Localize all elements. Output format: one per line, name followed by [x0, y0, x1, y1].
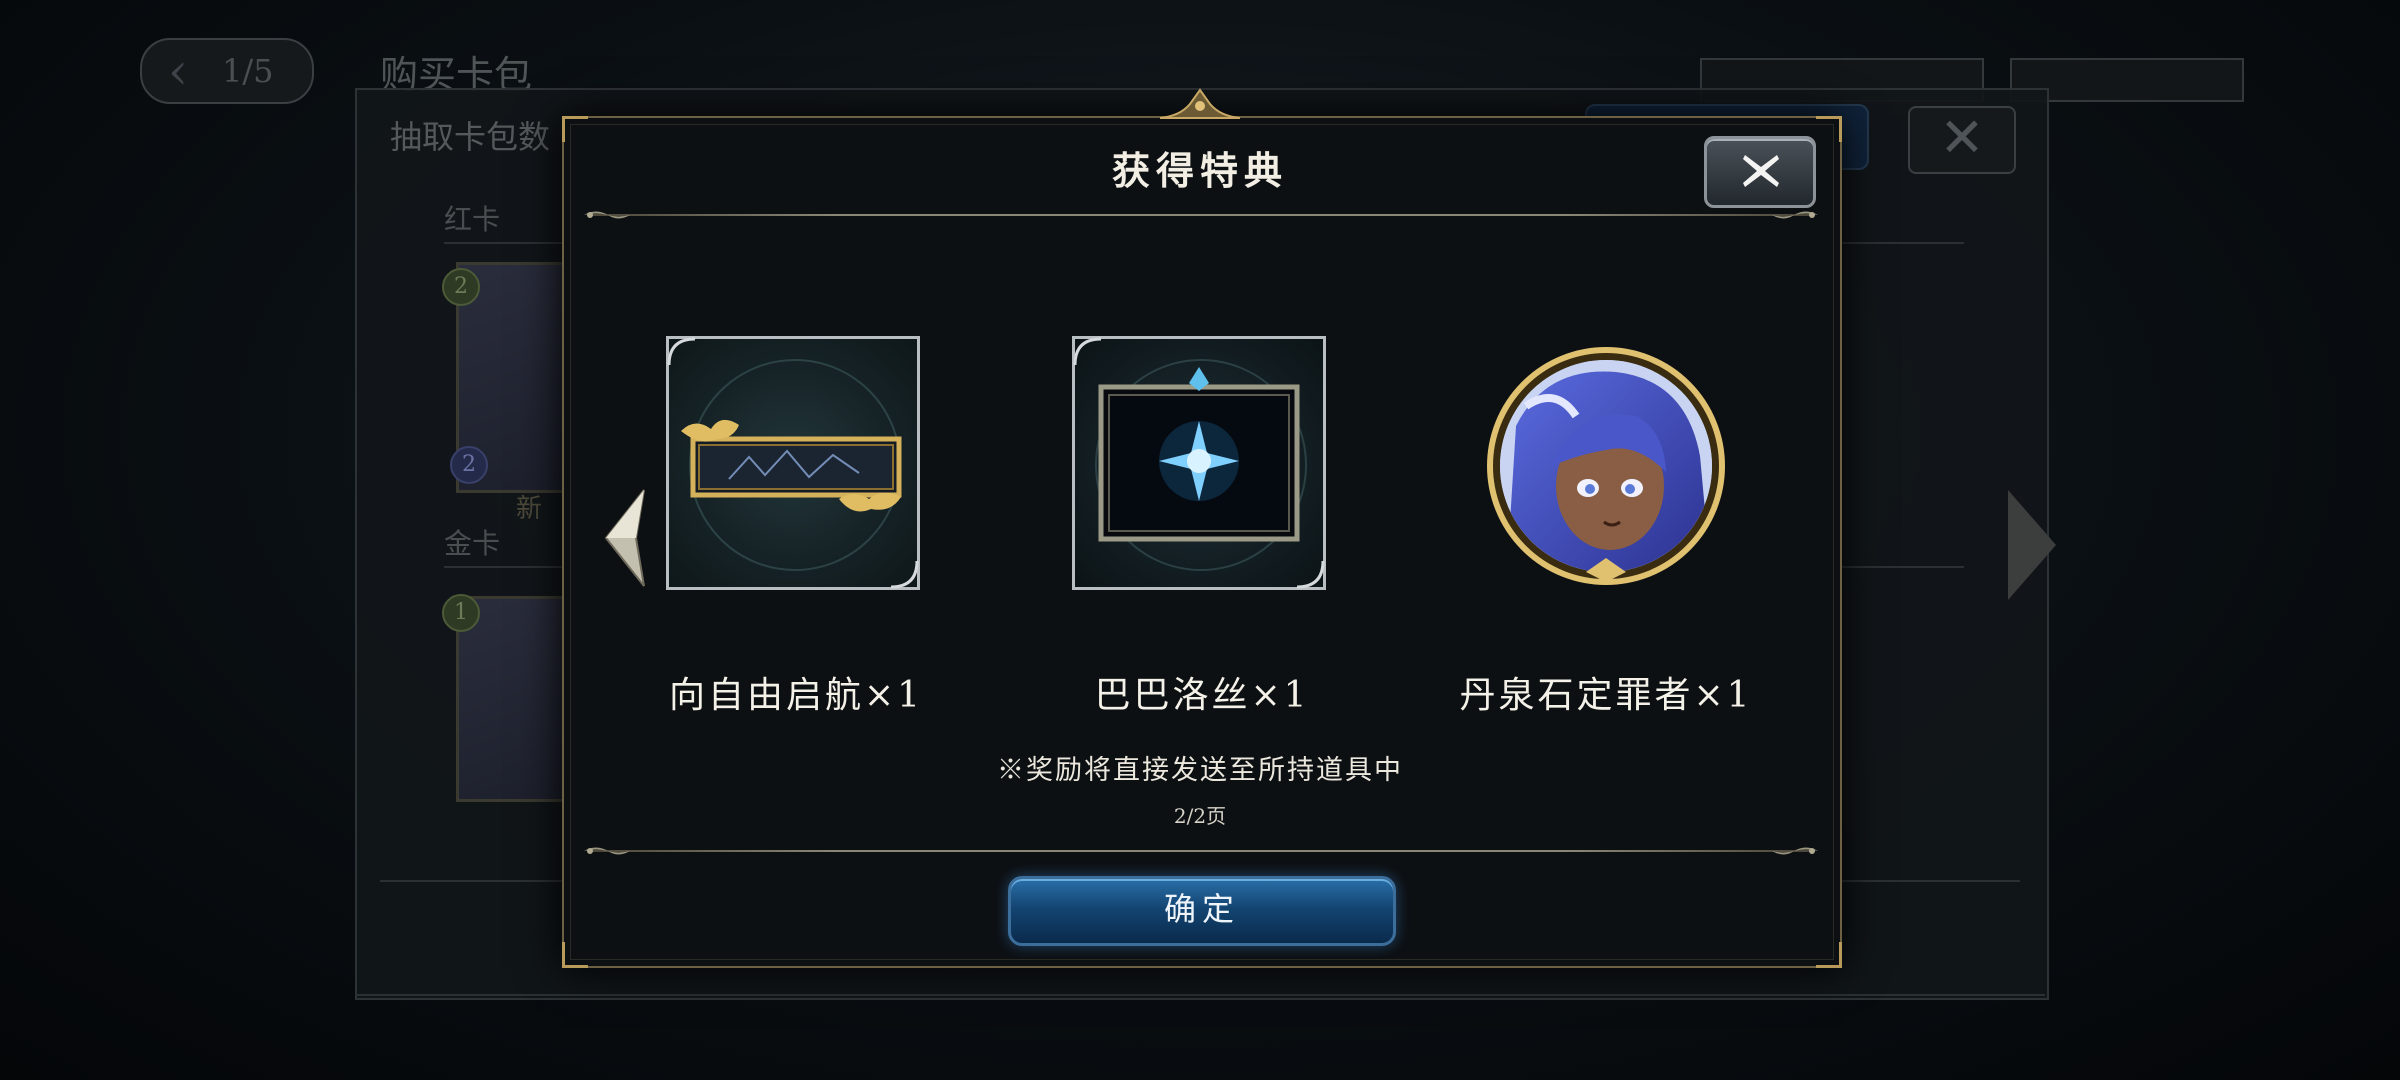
back-count: 1/5 — [222, 52, 274, 90]
tile-corner-icon — [890, 560, 919, 589]
reward-item-3[interactable] — [1486, 346, 1726, 586]
character-avatar-icon — [1487, 347, 1725, 585]
confirm-button[interactable]: 确定 — [1008, 876, 1396, 946]
section-gold-label: 金卡 — [444, 527, 501, 560]
reward-label-3: 丹泉石定罪者×1 — [1459, 675, 1753, 716]
gold-card-1-badge: 1 — [442, 594, 480, 632]
gold-frame-sleeve-icon — [681, 419, 902, 512]
dialog-corner-ornament-icon — [1816, 116, 1842, 142]
reward-label-2: 巴巴洛丝×1 — [1094, 675, 1310, 716]
dialog-corner-ornament-icon — [562, 116, 588, 142]
bottom-bar — [355, 994, 2045, 996]
back-chevron-icon: ‹ — [168, 42, 188, 100]
reward-item-1[interactable] — [666, 336, 920, 590]
divider-ornament-icon — [1772, 847, 1818, 855]
emblem-frame-icon — [1098, 367, 1300, 542]
divider-ornament-icon — [584, 211, 630, 219]
tile-corner-icon — [1073, 337, 1102, 366]
section-red-label: 红卡 — [444, 203, 501, 236]
dialog-title: 获得特典 — [1111, 148, 1288, 193]
red-card-1-new-tag: 新 — [516, 494, 543, 524]
page-indicator: 2/2页 — [1173, 804, 1227, 828]
footer-divider — [584, 847, 1818, 855]
reward-item-2[interactable] — [1072, 336, 1326, 590]
dialog-corner-ornament-icon — [1816, 942, 1842, 968]
tile-corner-icon — [667, 337, 696, 366]
background-next-arrow-icon — [2008, 490, 2056, 600]
red-card-1-badge: 2 — [442, 268, 480, 306]
delivery-notice: ※奖励将直接发送至所持道具中 — [997, 755, 1403, 786]
reward-label-1: 向自由启航×1 — [668, 675, 924, 716]
prev-page-arrow-icon[interactable] — [602, 488, 646, 588]
title-divider — [584, 211, 1818, 219]
red-card-1-cost: 2 — [450, 446, 488, 484]
divider-ornament-icon — [1772, 211, 1818, 219]
crest-ornament-icon — [1160, 88, 1240, 119]
close-icon — [1743, 155, 1779, 187]
divider-ornament-icon — [584, 847, 630, 855]
close-button[interactable] — [1704, 136, 1816, 208]
dialog-corner-ornament-icon — [562, 942, 588, 968]
tile-corner-icon — [1296, 560, 1325, 589]
